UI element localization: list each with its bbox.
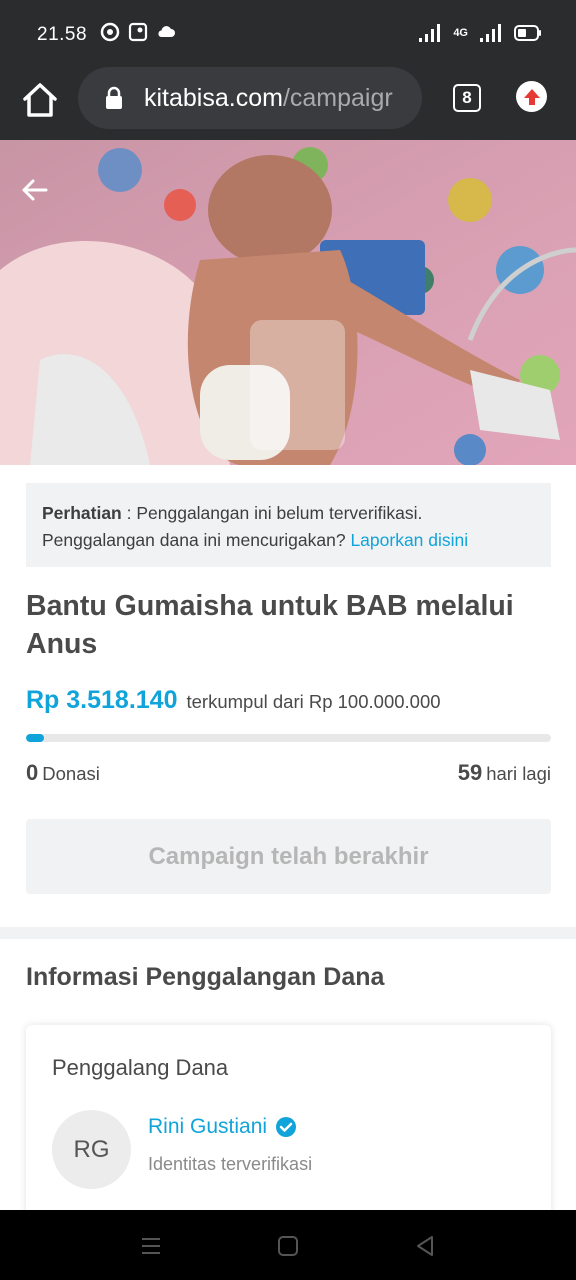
chrome-notification-icon bbox=[100, 22, 120, 42]
url-path: /campaigr bbox=[282, 83, 393, 112]
hero-illustration bbox=[0, 140, 576, 465]
verification-warning: Perhatian : Penggalangan ini belum terve… bbox=[26, 483, 551, 567]
amount-target: terkumpul dari Rp 100.000.000 bbox=[186, 691, 441, 712]
days-left-count: 59 bbox=[457, 760, 483, 785]
lock-icon bbox=[106, 86, 122, 109]
section-title: Informasi Penggalangan Dana bbox=[26, 963, 385, 991]
campaign-title: Bantu Gumaisha untuk BAB melalui Anus bbox=[26, 590, 514, 660]
system-navigation-bar bbox=[0, 1210, 576, 1280]
back-nav-icon[interactable] bbox=[413, 1234, 437, 1258]
browser-toolbar: kitabisa.com/campaigr 8 bbox=[0, 64, 576, 140]
url-text: kitabisa.com/campaigr bbox=[144, 84, 393, 113]
report-link[interactable]: Laporkan disini bbox=[350, 530, 468, 550]
fundraiser-card: Penggalang Dana RG Rini Gustiani Identit… bbox=[26, 1025, 551, 1225]
campaign-ended-button[interactable]: Campaign telah berakhir bbox=[26, 819, 551, 894]
organizer-status: Identitas terverifikasi bbox=[148, 1154, 313, 1174]
home-nav-icon[interactable] bbox=[276, 1234, 300, 1258]
warning-label: Perhatian bbox=[42, 503, 122, 523]
tabs-icon[interactable]: 8 bbox=[453, 84, 481, 112]
signal-icon bbox=[419, 24, 441, 42]
organizer-name-text[interactable]: Rini Gustiani bbox=[148, 1115, 267, 1139]
network-type-label: 4G bbox=[453, 27, 468, 39]
update-icon[interactable] bbox=[516, 81, 547, 112]
card-title: Penggalang Dana bbox=[52, 1055, 229, 1080]
system-icons: 4G bbox=[419, 24, 542, 42]
section-divider bbox=[0, 927, 576, 939]
amount-row: Rp 3.518.140 terkumpul dari Rp 100.000.0… bbox=[26, 686, 441, 715]
home-icon[interactable] bbox=[20, 80, 60, 120]
url-domain: kitabisa.com bbox=[144, 83, 283, 112]
verified-badge-icon bbox=[276, 1117, 297, 1137]
back-arrow-icon[interactable] bbox=[20, 176, 48, 204]
amount-raised: Rp 3.518.140 bbox=[26, 686, 178, 714]
cloud-notification-icon bbox=[158, 26, 175, 37]
menu-icon[interactable] bbox=[139, 1234, 163, 1258]
days-left-stat: 59 hari lagi bbox=[458, 760, 551, 786]
days-left-label: hari lagi bbox=[486, 763, 551, 784]
organizer-name[interactable]: Rini Gustiani bbox=[148, 1115, 297, 1139]
battery-icon bbox=[514, 25, 541, 41]
url-field[interactable]: kitabisa.com/campaigr bbox=[78, 67, 422, 129]
campaign-stats: 0 Donasi 59 hari lagi bbox=[26, 760, 551, 786]
campaign-hero-image bbox=[0, 140, 576, 465]
maps-notification-icon bbox=[128, 22, 148, 42]
status-bar: 21.58 4G bbox=[0, 0, 576, 64]
notification-icons bbox=[100, 22, 176, 42]
donation-count: 0 bbox=[26, 760, 39, 785]
signal-icon-2 bbox=[480, 24, 501, 42]
avatar: RG bbox=[52, 1110, 131, 1189]
funding-progress-fill bbox=[26, 734, 45, 742]
donation-label: Donasi bbox=[42, 763, 100, 784]
funding-progress-bar bbox=[26, 734, 551, 742]
status-time: 21.58 bbox=[37, 24, 88, 45]
donation-stat: 0 Donasi bbox=[26, 760, 100, 786]
